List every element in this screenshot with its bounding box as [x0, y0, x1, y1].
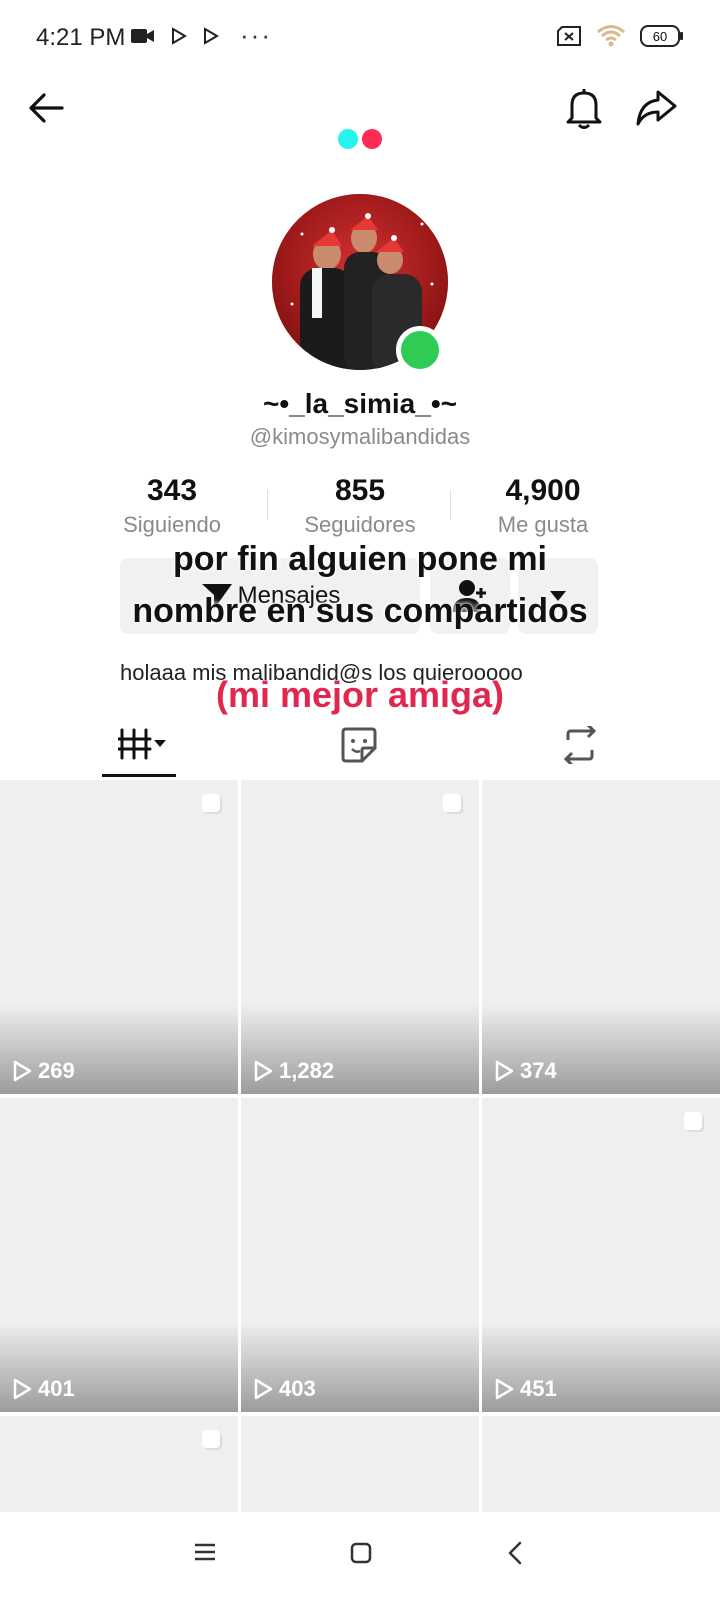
video-views: 451	[494, 1376, 557, 1402]
pinned-indicator	[443, 794, 461, 812]
status-system-icons: 60	[556, 24, 683, 48]
video-thumbnail[interactable]: 269	[0, 780, 238, 1094]
overlay-caption-line2: nombre en sus compartidos	[132, 592, 588, 630]
video-thumbnail[interactable]: 401	[0, 1098, 238, 1412]
video-thumbnail[interactable]	[482, 1416, 720, 1516]
more-notifications-icon: ···	[240, 20, 272, 50]
video-views: 1,282	[253, 1058, 334, 1084]
stat-likes-value: 4,900	[505, 474, 581, 507]
battery-indicator: 60	[640, 25, 683, 47]
video-views-count: 401	[38, 1376, 75, 1401]
play-icon	[13, 1060, 32, 1082]
tab-reposts-icon[interactable]	[560, 726, 600, 764]
back-chevron-icon[interactable]	[506, 1540, 524, 1566]
play-icon	[495, 1060, 514, 1082]
stat-followers-label: Seguidores	[304, 512, 416, 537]
menu-icon[interactable]	[194, 1542, 216, 1562]
profile-tabs	[0, 708, 720, 780]
wifi-icon	[597, 25, 625, 47]
sim-off-icon	[557, 26, 581, 46]
back-arrow-icon[interactable]	[26, 88, 66, 128]
video-thumbnail[interactable]: 403	[241, 1098, 479, 1412]
tiktok-dots-logo	[338, 129, 382, 149]
play-icon	[254, 1060, 273, 1082]
play-icon	[13, 1378, 32, 1400]
active-tab-indicator	[102, 774, 176, 777]
video-thumbnail[interactable]	[241, 1416, 479, 1516]
pinned-indicator	[684, 1112, 702, 1130]
play-icon	[495, 1378, 514, 1400]
pinned-indicator	[202, 1430, 220, 1448]
stat-followers[interactable]: 855 Seguidores	[270, 474, 450, 538]
status-bar: 4:21 PM ··· 60	[0, 0, 720, 80]
pinned-indicator	[202, 794, 220, 812]
stat-following-label: Siguiendo	[123, 512, 221, 537]
video-views-count: 403	[279, 1376, 316, 1401]
video-views: 401	[12, 1376, 75, 1402]
status-notification-icons	[130, 26, 220, 46]
video-views: 374	[494, 1058, 557, 1084]
stat-likes[interactable]: 4,900 Me gusta	[453, 474, 633, 538]
play-store-icon	[172, 27, 187, 45]
stat-likes-label: Me gusta	[497, 512, 589, 537]
video-thumbnail[interactable]: 1,282	[241, 780, 479, 1094]
online-status-dot	[396, 326, 444, 374]
stat-followers-value: 855	[334, 474, 386, 507]
profile-display-name: ~•_la_simia_•~	[263, 388, 457, 419]
video-thumbnail[interactable]: 374	[482, 780, 720, 1094]
video-views-count: 451	[520, 1376, 557, 1401]
video-views: 403	[253, 1376, 316, 1402]
video-camera-icon	[131, 29, 154, 43]
home-square-icon[interactable]	[350, 1542, 372, 1564]
stat-divider	[267, 490, 268, 520]
profile-handle: @kimosymalibandidas	[249, 424, 471, 449]
video-views-count: 374	[520, 1058, 557, 1083]
stat-following-value: 343	[146, 474, 198, 507]
tab-stickers-icon[interactable]	[340, 726, 378, 764]
stat-following[interactable]: 343 Siguiendo	[82, 474, 262, 538]
stat-divider	[450, 490, 451, 520]
video-views-count: 269	[38, 1058, 75, 1083]
video-views-count: 1,282	[279, 1058, 335, 1083]
share-icon[interactable]	[634, 88, 678, 128]
system-nav-bar	[0, 1512, 720, 1600]
play-icon	[254, 1378, 273, 1400]
status-time: 4:21 PM	[36, 24, 126, 51]
play-store-icon-2	[204, 27, 219, 45]
bell-icon[interactable]	[564, 86, 604, 130]
tab-videos-grid-icon[interactable]	[118, 726, 174, 762]
video-views: 269	[12, 1058, 75, 1084]
video-thumbnail[interactable]	[0, 1416, 238, 1516]
overlay-caption-line1: por fin alguien pone mi	[173, 540, 547, 578]
video-thumbnail[interactable]: 451	[482, 1098, 720, 1412]
